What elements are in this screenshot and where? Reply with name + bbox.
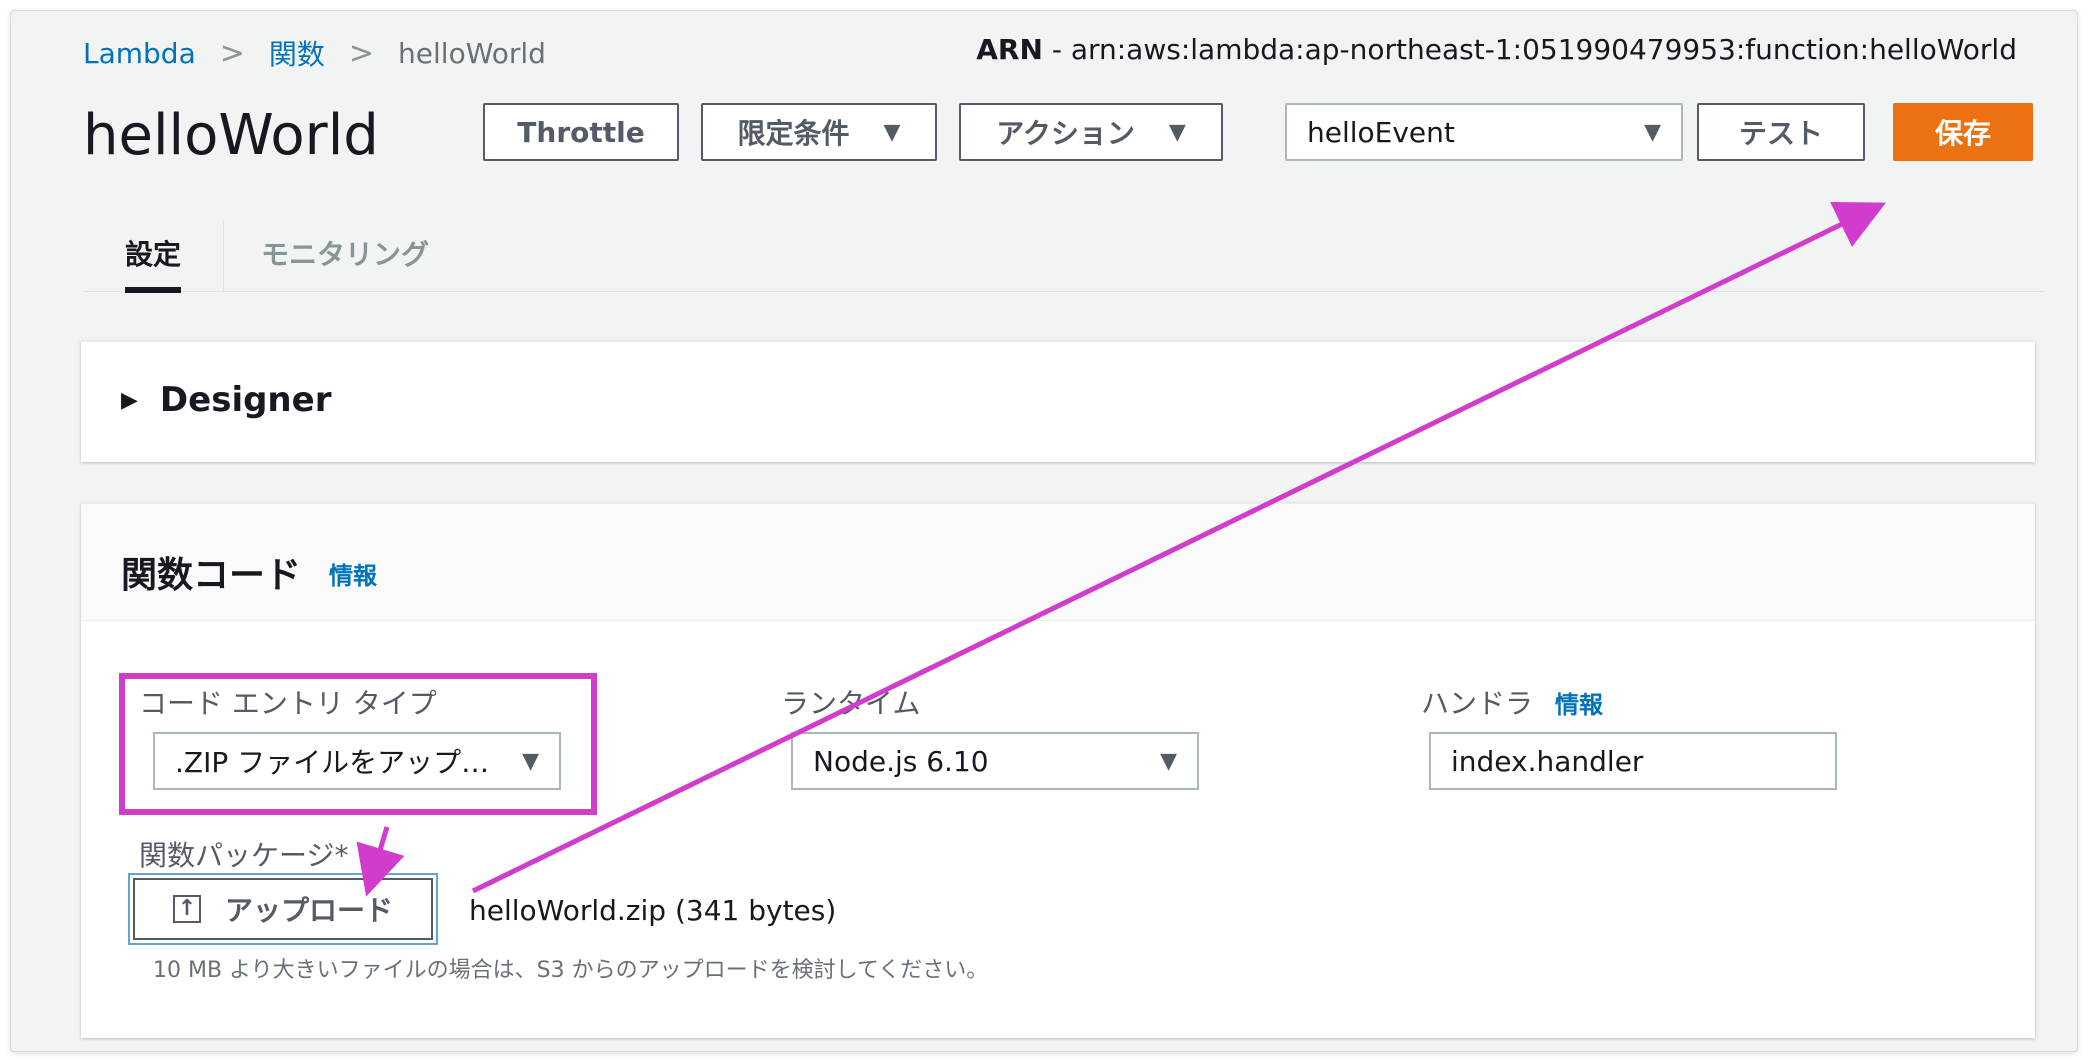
code-entry-type-select[interactable]: .ZIP ファイルをアップ… ▼ [153, 732, 561, 790]
qualifiers-dropdown[interactable]: 限定条件 ▼ [701, 103, 937, 161]
test-event-select[interactable]: helloEvent ▼ [1285, 103, 1683, 161]
breadcrumb-current: helloWorld [398, 36, 546, 70]
test-event-value: helloEvent [1307, 115, 1455, 149]
tab-settings[interactable]: 設定 [125, 233, 181, 273]
function-code-title: 関数コード [121, 555, 302, 596]
save-button[interactable]: 保存 [1893, 103, 2033, 161]
breadcrumb-functions[interactable]: 関数 [269, 33, 325, 73]
caret-down-icon: ▼ [883, 119, 901, 145]
breadcrumb: Lambda > 関数 > helloWorld [83, 33, 546, 73]
caret-down-icon: ▼ [1160, 748, 1177, 774]
tab-monitoring[interactable]: モニタリング [261, 233, 429, 273]
upload-button[interactable]: ↑ アップロード [128, 873, 438, 945]
runtime-select[interactable]: Node.js 6.10 ▼ [791, 732, 1199, 790]
active-tab-indicator [125, 287, 181, 293]
caret-down-icon: ▼ [1168, 119, 1186, 145]
upload-button-label: アップロード [224, 894, 393, 927]
actions-dropdown[interactable]: アクション ▼ [959, 103, 1223, 161]
caret-down-icon: ▼ [522, 748, 539, 774]
caret-down-icon: ▼ [1644, 119, 1661, 145]
save-button-label: 保存 [1934, 117, 1991, 150]
handler-input[interactable] [1429, 732, 1837, 790]
upload-icon: ↑ [172, 895, 201, 923]
lambda-console-window: Lambda > 関数 > helloWorld ARN - arn:aws:l… [10, 10, 2078, 1052]
function-code-panel: 関数コード 情報 コード エントリ タイプ .ZIP ファイルをアップ… ▼ ラン… [81, 503, 2035, 1038]
arn-label: ARN [976, 33, 1043, 66]
handler-info-link[interactable]: 情報 [1555, 691, 1603, 719]
tab-bar: 設定 モニタリング [83, 221, 2045, 293]
test-button-label: テスト [1738, 117, 1823, 150]
code-entry-type-value: .ZIP ファイルをアップ… [175, 746, 490, 779]
designer-title: Designer [159, 380, 332, 420]
throttle-button-label: Throttle [517, 115, 645, 149]
runtime-label: ランタイム [781, 687, 921, 720]
breadcrumb-lambda[interactable]: Lambda [83, 37, 196, 70]
triangle-right-icon: ▶ [121, 387, 138, 413]
designer-panel: ▶ Designer [81, 341, 2035, 462]
designer-toggle[interactable]: ▶ Designer [121, 380, 331, 420]
chevron-right-icon: > [219, 35, 245, 71]
throttle-button[interactable]: Throttle [483, 103, 679, 161]
code-entry-type-label: コード エントリ タイプ [139, 687, 437, 720]
function-code-header: 関数コード 情報 [81, 504, 2035, 621]
function-arn: ARN - arn:aws:lambda:ap-northeast-1:0519… [976, 33, 2017, 66]
page-title: helloWorld [83, 103, 379, 168]
upload-help-text: 10 MB より大きいファイルの場合は、S3 からのアップロードを検討してくださ… [153, 958, 989, 983]
tab-divider [223, 221, 224, 291]
test-button[interactable]: テスト [1697, 103, 1865, 161]
arn-value: - arn:aws:lambda:ap-northeast-1:05199047… [1042, 33, 2017, 66]
uploaded-file-name: helloWorld.zip (341 bytes) [469, 894, 837, 927]
runtime-value: Node.js 6.10 [813, 744, 989, 778]
function-code-info-link[interactable]: 情報 [329, 556, 377, 591]
chevron-right-icon: > [348, 35, 375, 71]
function-package-label: 関数パッケージ* [139, 839, 349, 872]
handler-label-row: ハンドラ 情報 [1421, 682, 1603, 722]
handler-label: ハンドラ [1421, 687, 1534, 720]
qualifiers-label: 限定条件 [737, 117, 850, 150]
actions-label: アクション [996, 117, 1135, 150]
